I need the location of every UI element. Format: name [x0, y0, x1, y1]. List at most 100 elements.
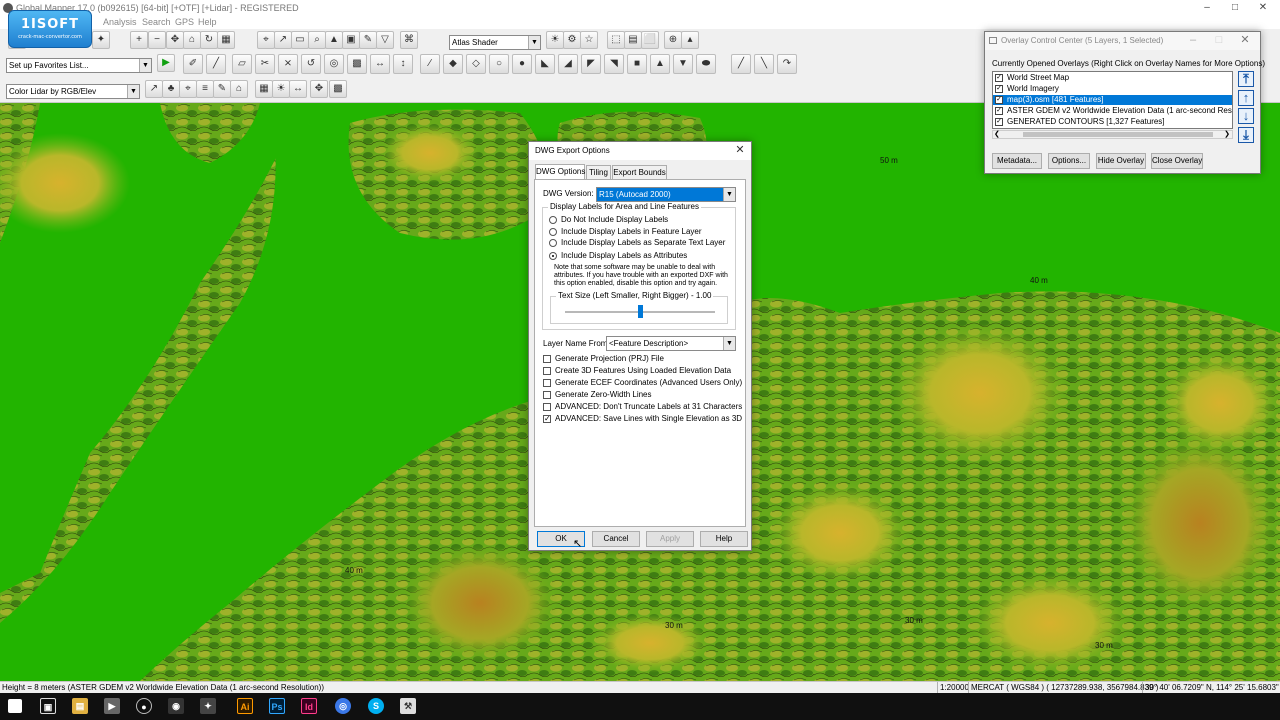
- lidar-grid-icon[interactable]: ▦: [255, 80, 273, 98]
- global-mapper-icon[interactable]: ⚒: [400, 698, 416, 714]
- lidar-scale-icon[interactable]: ↔: [289, 80, 307, 98]
- checkbox-icon[interactable]: ✓: [995, 85, 1003, 93]
- shape-tool-7-icon[interactable]: ◤: [581, 54, 601, 74]
- crop-icon[interactable]: ⬚: [607, 31, 625, 49]
- minimize-icon[interactable]: –: [1186, 33, 1200, 47]
- disc-icon[interactable]: ●: [136, 698, 152, 714]
- close-overlay-button[interactable]: Close Overlay: [1151, 153, 1203, 169]
- checkbox-zero-width[interactable]: [543, 391, 551, 399]
- select-area-icon[interactable]: ⬜: [641, 31, 659, 49]
- tab-dwg-options[interactable]: DWG Options: [535, 164, 585, 179]
- checkbox-icon[interactable]: ✓: [995, 118, 1003, 126]
- move-bottom-icon[interactable]: ⤓: [1238, 127, 1254, 143]
- cancel-button[interactable]: Cancel: [592, 531, 640, 547]
- checkbox-no-truncate[interactable]: [543, 403, 551, 411]
- skype-icon[interactable]: S: [368, 698, 384, 714]
- trace-3-icon[interactable]: ↷: [777, 54, 797, 74]
- lidar-color-icon[interactable]: ☀: [272, 80, 290, 98]
- shader-select[interactable]: Atlas Shader ▼: [449, 35, 541, 50]
- tab-export-bounds[interactable]: Export Bounds: [612, 165, 667, 179]
- menu-analysis[interactable]: Analysis: [103, 17, 137, 27]
- minimize-icon[interactable]: –: [1196, 1, 1218, 15]
- radio-labels-attributes[interactable]: [549, 252, 557, 260]
- zoom-in-icon[interactable]: +: [130, 31, 148, 49]
- text-size-slider[interactable]: [638, 305, 643, 318]
- 3d-view-icon[interactable]: ▲: [325, 31, 343, 49]
- lidar-table-icon[interactable]: ▩: [329, 80, 347, 98]
- zoom-out-icon[interactable]: −: [148, 31, 166, 49]
- image-icon[interactable]: ▣: [342, 31, 360, 49]
- menu-help[interactable]: Help: [198, 17, 217, 27]
- list-item[interactable]: ✓ GENERATED CONTOURS [1,327 Features]: [993, 117, 1232, 127]
- app-icon-1[interactable]: ◉: [168, 698, 184, 714]
- menu-search[interactable]: Search: [142, 17, 171, 27]
- crosshair-icon[interactable]: ⊕: [664, 31, 682, 49]
- scroll-right-icon[interactable]: ❯: [1224, 130, 1230, 138]
- overlay-list-scrollbar[interactable]: ❮ ❯: [992, 130, 1233, 139]
- home-icon[interactable]: ⌂: [183, 31, 201, 49]
- metadata-button[interactable]: Metadata...: [992, 153, 1042, 169]
- layer-name-select[interactable]: <Feature Description> ▼: [606, 336, 736, 351]
- split-icon[interactable]: ✂: [255, 54, 275, 74]
- overlay-list[interactable]: ✓ World Street Map ✓ World Imagery ✓ map…: [992, 71, 1233, 129]
- favorites-select[interactable]: Set up Favorites List... ▼: [6, 58, 152, 73]
- maximize-icon[interactable]: □: [1212, 33, 1226, 47]
- shape-tool-5-icon[interactable]: ◣: [535, 54, 555, 74]
- menu-gps[interactable]: GPS: [175, 17, 194, 27]
- close-icon[interactable]: ✕: [733, 143, 747, 157]
- shader-palette-icon[interactable]: ☀: [546, 31, 564, 49]
- trace-2-icon[interactable]: ╲: [754, 54, 774, 74]
- list-item[interactable]: ✓ ASTER GDEM v2 Worldwide Elevation Data…: [993, 106, 1232, 116]
- move-top-icon[interactable]: ⤒: [1238, 71, 1254, 87]
- binoculars-icon[interactable]: ⌘: [400, 31, 418, 49]
- edit-area-icon[interactable]: ▱: [232, 54, 252, 74]
- merge-icon[interactable]: ⨯: [278, 54, 298, 74]
- edit-line-icon[interactable]: ╱: [206, 54, 226, 74]
- tab-tiling[interactable]: Tiling: [586, 165, 611, 179]
- app-icon-2[interactable]: ✦: [200, 698, 216, 714]
- options-button[interactable]: Options...: [1048, 153, 1090, 169]
- scale-icon[interactable]: ↕: [393, 54, 413, 74]
- move-up-icon[interactable]: ↑: [1238, 90, 1254, 106]
- task-view-icon[interactable]: ▣: [40, 698, 56, 714]
- checkbox-generate-prj[interactable]: [543, 355, 551, 363]
- draw-icon[interactable]: ✎: [359, 31, 377, 49]
- layer-icon[interactable]: ▤: [624, 31, 642, 49]
- shape-tool-10-icon[interactable]: ▲: [650, 54, 670, 74]
- lidar-move-icon[interactable]: ✥: [310, 80, 328, 98]
- north-arrow-icon[interactable]: ▴: [681, 31, 699, 49]
- checkbox-create-3d[interactable]: [543, 367, 551, 375]
- shape-tool-9-icon[interactable]: ■: [627, 54, 647, 74]
- pan-icon[interactable]: ✥: [166, 31, 184, 49]
- radio-labels-feature-layer[interactable]: [549, 228, 557, 236]
- scrollbar-thumb[interactable]: [1023, 132, 1213, 137]
- buffer-icon[interactable]: ◎: [324, 54, 344, 74]
- lidar-classify-icon[interactable]: ♣: [162, 80, 180, 98]
- edit-vertex-icon[interactable]: ✐: [183, 54, 203, 74]
- list-item[interactable]: ✓ World Street Map: [993, 73, 1232, 83]
- checkbox-ecef[interactable]: [543, 379, 551, 387]
- filter-icon[interactable]: ▽: [376, 31, 394, 49]
- move-down-icon[interactable]: ↓: [1238, 108, 1254, 124]
- trace-1-icon[interactable]: ╱: [731, 54, 751, 74]
- close-icon[interactable]: ✕: [1252, 1, 1274, 15]
- hide-overlay-button[interactable]: Hide Overlay: [1096, 153, 1146, 169]
- shape-tool-1-icon[interactable]: ◆: [443, 54, 463, 74]
- rotate-icon[interactable]: ↺: [301, 54, 321, 74]
- indesign-icon[interactable]: Id: [301, 698, 317, 714]
- lidar-filter-icon[interactable]: ↗: [145, 80, 163, 98]
- lidar-edit-icon[interactable]: ✎: [213, 80, 231, 98]
- dwg-version-select[interactable]: R15 (Autocad 2000) ▼: [596, 187, 736, 202]
- checkbox-icon[interactable]: ✓: [995, 74, 1003, 82]
- list-item[interactable]: ✓ World Imagery: [993, 84, 1232, 94]
- shape-tool-12-icon[interactable]: ⬬: [696, 54, 716, 74]
- shader-light-icon[interactable]: ☆: [580, 31, 598, 49]
- checkbox-icon[interactable]: ✓: [995, 96, 1003, 104]
- lidar-extract-icon[interactable]: ⌂: [230, 80, 248, 98]
- shape-tool-2-icon[interactable]: ◇: [466, 54, 486, 74]
- photoshop-icon[interactable]: Ps: [269, 698, 285, 714]
- digitizer-icon[interactable]: ⌖: [257, 31, 275, 49]
- grid-icon[interactable]: ▦: [217, 31, 235, 49]
- measure-icon[interactable]: ✦: [92, 31, 110, 49]
- search-icon[interactable]: ⌕: [308, 31, 326, 49]
